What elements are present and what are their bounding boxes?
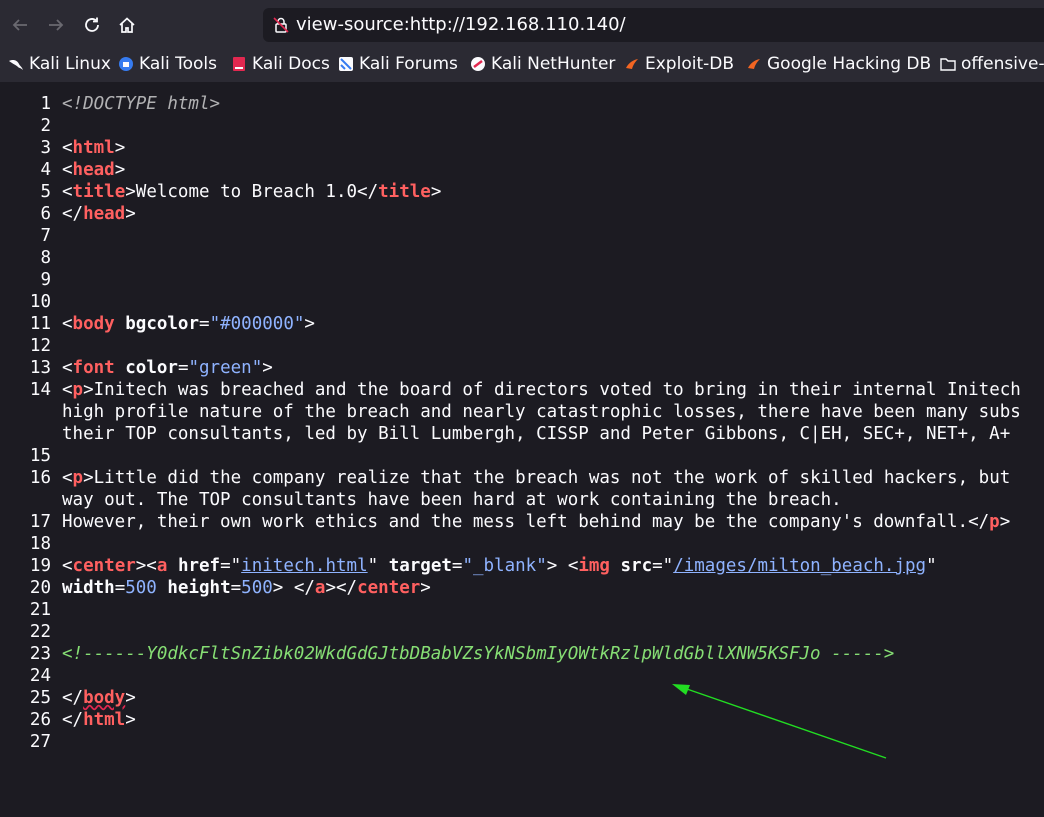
back-button[interactable] — [7, 12, 33, 38]
bookmark-label: Kali Docs — [252, 54, 330, 74]
bookmark-label: Kali NetHunter — [491, 54, 616, 74]
annotation-arrow — [672, 684, 887, 759]
exploit-db-icon — [626, 59, 638, 69]
bookmark-folder-offensive[interactable]: offensive- — [940, 52, 1044, 76]
url-bar[interactable]: view-source:http://192.168.110.140/ — [263, 8, 1044, 42]
bookmarks-toolbar: Kali Linux Kali Tools Kali Docs Kali For… — [0, 50, 1044, 78]
bookmark-label: offensive- — [961, 54, 1044, 74]
kali-tools-icon — [119, 57, 133, 71]
bookmark-label: Kali Tools — [139, 54, 217, 74]
kali-nethunter-icon — [471, 57, 485, 71]
bookmark-kali-docs[interactable]: Kali Docs — [231, 52, 330, 76]
bookmark-label: Exploit-DB — [645, 54, 734, 74]
navigation-toolbar: view-source:http://192.168.110.140/ — [0, 0, 1044, 48]
reload-icon — [85, 17, 99, 32]
bookmark-kali-forums[interactable]: Kali Forums — [338, 52, 458, 76]
home-icon — [119, 17, 135, 33]
bookmark-label: Google Hacking DB — [767, 54, 932, 74]
browser-chrome: view-source:http://192.168.110.140/ Kali… — [0, 0, 1044, 82]
bookmark-google-hacking-db[interactable]: Google Hacking DB — [746, 52, 931, 76]
insecure-lock-icon — [273, 17, 289, 33]
bookmark-label: Kali Forums — [359, 54, 458, 74]
kali-docs-icon — [233, 57, 245, 71]
reload-button[interactable] — [79, 12, 105, 38]
url-text[interactable]: view-source:http://192.168.110.140/ — [296, 14, 626, 35]
arrow-right-icon — [49, 19, 64, 31]
ghdb-icon — [748, 59, 760, 69]
view-source-content: 1 2 3 4 5 6 7 8 9 10 11 12 13 14 15 16 17 18 19 20 21 22 23 24 2… — [0, 82, 1044, 817]
arrow-left-icon — [12, 19, 27, 31]
kali-dragon-icon — [9, 60, 23, 70]
home-button[interactable] — [114, 12, 140, 38]
bookmark-kali-tools[interactable]: Kali Tools — [118, 52, 217, 76]
bookmark-kali-linux[interactable]: Kali Linux — [8, 52, 111, 76]
folder-icon — [940, 58, 956, 71]
forward-button[interactable] — [43, 12, 69, 38]
kali-forums-icon — [339, 57, 353, 71]
bookmark-label: Kali Linux — [29, 54, 111, 74]
bookmark-kali-nethunter[interactable]: Kali NetHunter — [470, 52, 615, 76]
bookmark-exploit-db[interactable]: Exploit-DB — [624, 52, 734, 76]
